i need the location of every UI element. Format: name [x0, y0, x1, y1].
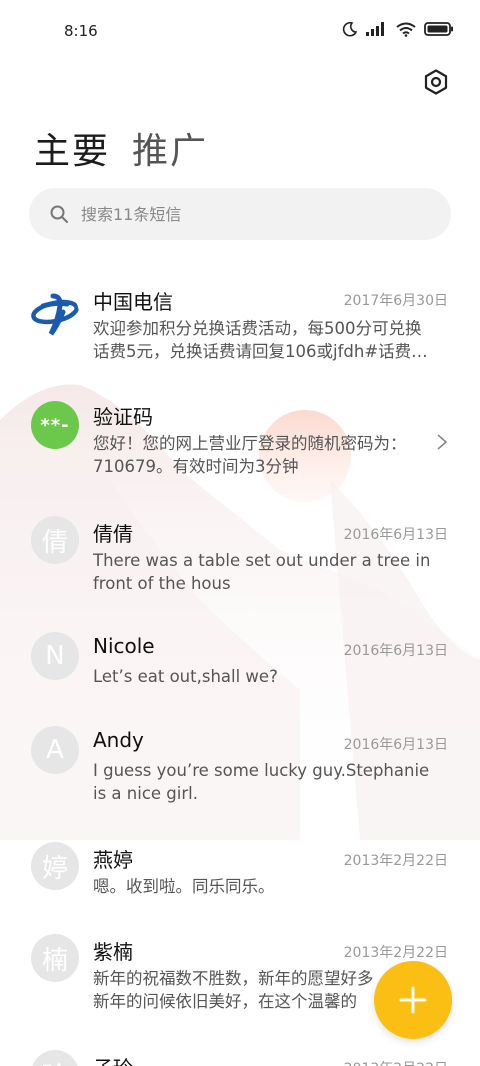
contact-name: 倩倩 [93, 522, 133, 546]
message-date: 2017年6月30日 [343, 293, 448, 309]
preview-line: I guess you’re some lucky guy.Stephanie [93, 761, 430, 780]
contact-avatar: 倩 [31, 516, 79, 564]
preview-line: front of the hous [93, 574, 231, 593]
contact-name: 燕婷 [93, 848, 133, 872]
chevron-right-icon[interactable] [436, 433, 448, 451]
china-telecom-logo [31, 290, 79, 338]
contact-avatar: 玲 [31, 1050, 79, 1066]
message-date: 2016年6月13日 [343, 737, 448, 753]
preview-line: 话费5元，兑换话费请回复106或jfdh#话费… [93, 342, 428, 361]
contact-name: 紫楠 [93, 940, 133, 964]
conversation-row[interactable]: **- 验证码 您好！您的网上营业厅登录的随机密码为： 710679。有效时间为… [0, 395, 480, 485]
contact-name: 验证码 [93, 405, 153, 429]
preview-line: Let’s eat out,shall we? [93, 667, 278, 686]
contact-name: Nicole [93, 634, 155, 658]
preview-line: 您好！您的网上营业厅登录的随机密码为： [93, 434, 407, 453]
wifi-icon [396, 22, 416, 37]
message-preview: 新年的祝福数不胜数，新年的愿望好多 新年的问候依旧美好，在这个温馨的 [93, 967, 393, 1013]
moon-icon [342, 21, 358, 37]
status-bar: 8:16 [0, 0, 480, 62]
preview-line: 新年的祝福数不胜数，新年的愿望好多 [93, 969, 374, 988]
message-preview: 您好！您的网上营业厅登录的随机密码为： 710679。有效时间为3分钟 [93, 432, 433, 478]
preview-line: 欢迎参加积分兑换话费活动，每500分可兑换 [93, 319, 422, 338]
conversation-row[interactable]: N Nicole 2016年6月13日 Let’s eat out,shall … [0, 626, 480, 696]
search-input[interactable] [81, 188, 421, 240]
new-message-button[interactable] [374, 961, 452, 1039]
contact-avatar: 婷 [31, 842, 79, 890]
conversation-row[interactable]: A Andy 2016年6月13日 I guess you’re some lu… [0, 720, 480, 810]
tab-promotions[interactable]: 推广 [132, 122, 208, 174]
contact-avatar: 楠 [31, 934, 79, 982]
battery-icon [424, 22, 453, 36]
message-date: 2013年2月22日 [344, 1058, 448, 1066]
message-preview: There was a table set out under a tree i… [93, 549, 448, 595]
message-preview: 嗯。收到啦。同乐同乐。 [93, 875, 448, 898]
message-preview: Let’s eat out,shall we? [93, 665, 448, 688]
conversation-row[interactable]: 中国电信 2017年6月30日 欢迎参加积分兑换话费活动，每500分可兑换 话费… [0, 280, 480, 380]
settings-gear-icon[interactable] [422, 68, 450, 96]
tab-primary[interactable]: 主要 [34, 122, 110, 174]
category-tabs: 主要 推广 [34, 122, 208, 174]
message-date: 2013年2月22日 [343, 945, 448, 961]
conversation-row[interactable]: 玲 子玲 2013年2月22日 [0, 1046, 480, 1066]
preview-line: is a nice girl. [93, 784, 198, 803]
preview-line: 新年的问候依旧美好，在这个温馨的 [93, 992, 357, 1011]
plus-icon [399, 986, 427, 1014]
message-preview: 欢迎参加积分兑换话费活动，每500分可兑换 话费5元，兑换话费请回复106或jf… [93, 317, 448, 363]
preview-line: 嗯。收到啦。同乐同乐。 [93, 877, 275, 896]
conversation-row[interactable]: 倩 倩倩 2016年6月13日 There was a table set ou… [0, 510, 480, 600]
search-icon [50, 205, 68, 223]
contact-avatar: N [31, 632, 79, 680]
contact-avatar: A [31, 726, 79, 774]
message-date: 2016年6月13日 [343, 643, 448, 659]
verification-code-avatar: **- [31, 401, 79, 449]
preview-line: 710679。有效时间为3分钟 [93, 457, 299, 476]
status-time: 8:16 [64, 22, 98, 40]
message-preview: I guess you’re some lucky guy.Stephanie … [93, 759, 448, 805]
preview-line: There was a table set out under a tree i… [93, 551, 431, 570]
search-bar[interactable] [29, 188, 451, 240]
status-icons [342, 21, 454, 37]
message-date: 2016年6月13日 [343, 527, 448, 543]
signal-icon [366, 22, 384, 36]
contact-name: 中国电信 [93, 290, 173, 314]
conversation-row[interactable]: 婷 燕婷 2013年2月22日 嗯。收到啦。同乐同乐。 [0, 836, 480, 906]
contact-name: 子玲 [93, 1052, 133, 1066]
contact-name: Andy [93, 728, 144, 752]
message-date: 2013年2月22日 [343, 853, 448, 869]
